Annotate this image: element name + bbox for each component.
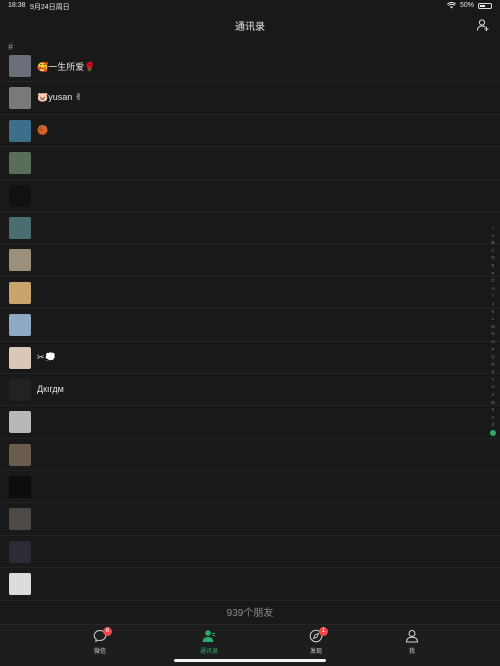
avatar <box>9 378 31 401</box>
status-date: 9月24日周日 <box>30 4 70 11</box>
index-letter[interactable]: X <box>489 406 497 414</box>
index-letter[interactable]: I <box>489 292 497 300</box>
person-icon <box>405 630 419 643</box>
index-letter[interactable]: B <box>489 239 497 247</box>
contact-name: 🐷yusan ✌ <box>37 92 83 103</box>
alphabet-index[interactable]: ☆ A B C D E F G H I J K L M N O P Q R S T U V W X Y Z <box>489 224 497 437</box>
contact-row[interactable]: 🏀 <box>0 115 500 148</box>
avatar <box>9 87 31 110</box>
index-letter[interactable]: S <box>489 368 497 376</box>
contact-name: 🏀 <box>37 124 49 135</box>
index-hash-dot[interactable] <box>490 430 496 437</box>
index-letter[interactable]: R <box>489 361 497 369</box>
avatar <box>9 281 31 304</box>
chats-badge: 6 <box>103 627 112 636</box>
index-letter[interactable]: J <box>489 300 497 308</box>
tab-label: 微信 <box>93 649 106 655</box>
avatar <box>9 184 31 207</box>
contact-name: ✂💭 <box>37 351 56 362</box>
avatar <box>9 119 31 142</box>
contact-row[interactable] <box>0 568 500 601</box>
avatar <box>9 573 31 596</box>
tab-label: 通讯录 <box>199 649 218 655</box>
tab-chats[interactable]: 6 微信 <box>80 627 120 659</box>
contact-row[interactable] <box>0 147 500 180</box>
avatar <box>9 411 31 434</box>
index-letter[interactable]: T <box>489 376 497 384</box>
avatar <box>9 346 31 369</box>
tab-label: 发现 <box>309 649 322 655</box>
index-letter[interactable]: P <box>489 346 497 354</box>
index-letter[interactable]: K <box>489 308 497 316</box>
tab-label: 我 <box>408 649 415 655</box>
index-letter[interactable]: O <box>489 338 497 346</box>
index-letter[interactable]: Z <box>489 421 497 429</box>
tab-me[interactable]: 我 <box>392 629 432 659</box>
contacts-icon <box>202 630 215 642</box>
contact-list: 🥰一生所爱🌹 🐷yusan ✌ 🏀 ✂💭 Дкıгдм <box>0 50 500 601</box>
avatar <box>9 540 31 563</box>
contact-row[interactable]: Дкıгдм <box>0 374 500 407</box>
contact-name: 🥰一生所爱🌹 <box>37 62 96 72</box>
avatar <box>9 152 31 175</box>
avatar <box>9 55 31 77</box>
contact-row[interactable] <box>0 212 500 245</box>
index-letter[interactable]: Y <box>489 414 497 422</box>
avatar <box>9 249 31 272</box>
tab-discover[interactable]: 1 发现 <box>296 627 336 659</box>
index-letter[interactable]: Q <box>489 353 497 361</box>
add-friend-icon[interactable] <box>476 18 490 32</box>
contact-row[interactable] <box>0 471 500 504</box>
index-letter[interactable]: N <box>489 330 497 338</box>
nav-bar: 通讯录 <box>0 12 500 38</box>
index-letter[interactable]: C <box>489 247 497 255</box>
contact-row[interactable] <box>0 406 500 439</box>
contact-row[interactable] <box>0 536 500 569</box>
index-letter[interactable]: G <box>489 277 497 285</box>
index-letter[interactable]: F <box>489 270 497 278</box>
index-letter[interactable]: V <box>489 391 497 399</box>
contact-row[interactable] <box>0 180 500 212</box>
index-letter[interactable]: A <box>489 232 497 240</box>
battery-percent: 50% <box>459 2 474 9</box>
home-indicator[interactable] <box>174 659 326 662</box>
index-letter[interactable]: ☆ <box>489 224 497 232</box>
friend-count: 939个朋友 <box>226 608 274 619</box>
tab-contacts[interactable]: 通讯录 <box>189 629 229 659</box>
wifi-icon <box>446 2 456 9</box>
status-bar: 18:38 9月24日周日 50% <box>0 0 500 12</box>
index-letter[interactable]: E <box>489 262 497 270</box>
contact-row[interactable] <box>0 309 500 342</box>
contact-row[interactable] <box>0 503 500 536</box>
avatar <box>9 508 31 531</box>
page-title: 通讯录 <box>235 22 265 33</box>
avatar <box>9 216 31 239</box>
avatar <box>9 476 31 499</box>
index-letter[interactable]: H <box>489 285 497 293</box>
index-letter[interactable]: W <box>489 399 497 407</box>
contact-row[interactable] <box>0 244 500 277</box>
index-letter[interactable]: M <box>489 323 497 331</box>
contact-name: Дкıгдм <box>37 383 64 394</box>
avatar <box>9 443 31 466</box>
status-right: 50% <box>446 2 492 9</box>
avatar <box>9 314 31 337</box>
contact-row[interactable]: 🐷yusan ✌ <box>0 82 500 115</box>
contact-row[interactable] <box>0 277 500 310</box>
battery-icon <box>478 2 492 9</box>
status-time: 18:38 <box>8 2 26 9</box>
contact-row[interactable]: ✂💭 <box>0 342 500 374</box>
index-letter[interactable]: U <box>489 383 497 391</box>
index-letter[interactable]: L <box>489 315 497 323</box>
contact-row[interactable] <box>0 439 500 472</box>
discover-badge: 1 <box>319 627 328 636</box>
contact-row[interactable]: 🥰一生所爱🌹 <box>0 50 500 83</box>
index-letter[interactable]: D <box>489 254 497 262</box>
